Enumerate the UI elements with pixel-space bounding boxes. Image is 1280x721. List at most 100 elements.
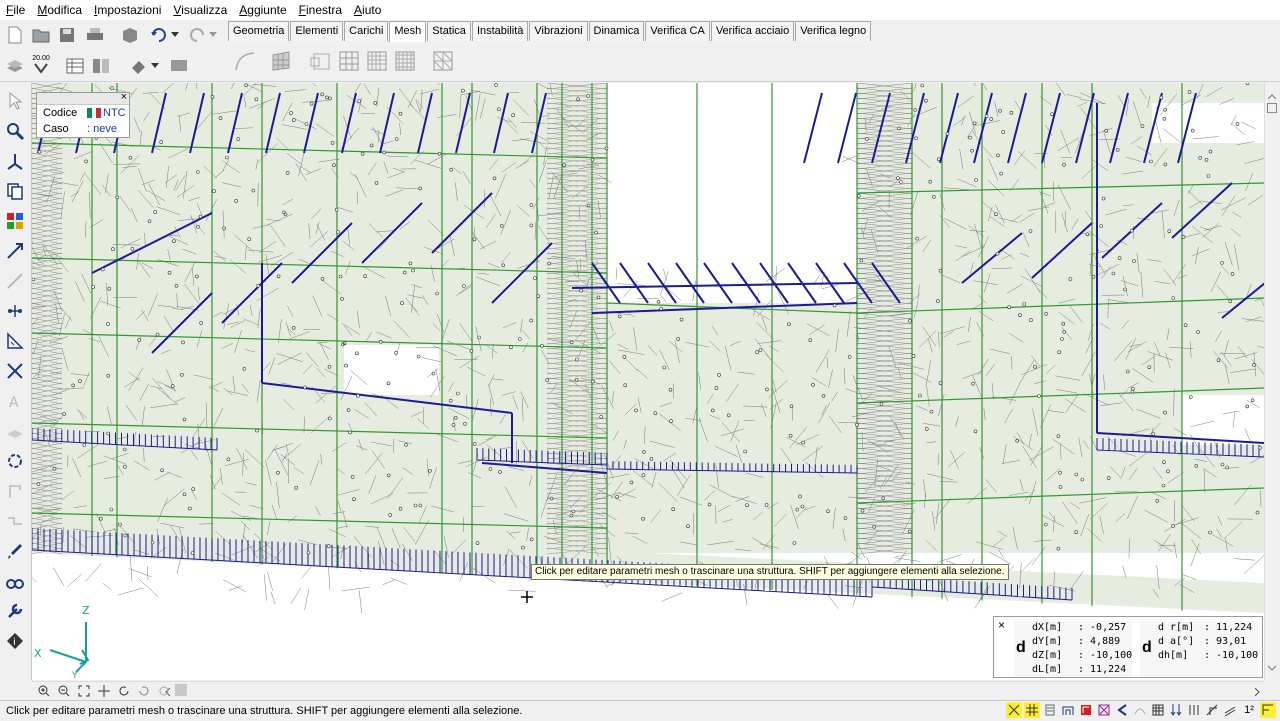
zoom-out-icon[interactable] [56, 683, 72, 699]
menu-finestra[interactable]: Finestra [293, 0, 348, 20]
pointer-icon[interactable] [4, 90, 26, 112]
snap-angle-icon[interactable] [1114, 702, 1130, 718]
print-icon[interactable] [84, 24, 106, 46]
menu-aggiunte[interactable]: Aggiunte [233, 0, 292, 20]
zoom-icon[interactable] [4, 120, 26, 142]
zoom-extents-icon[interactable] [76, 683, 92, 699]
mesh-plate-icon[interactable] [308, 48, 334, 74]
menu-modifica[interactable]: Modifica [31, 0, 88, 20]
eraser-dropdown-icon[interactable] [150, 55, 160, 77]
snap-arc-icon[interactable] [1132, 702, 1148, 718]
node-icon[interactable] [4, 300, 26, 322]
polar-delta-row: d r[m]: 11,224 [1158, 621, 1258, 635]
save-icon[interactable] [56, 24, 78, 46]
tab-dinamica[interactable]: Dinamica [588, 21, 645, 41]
eraser-icon[interactable] [128, 55, 150, 77]
mesh-curve-icon[interactable] [232, 48, 258, 74]
scroll-thumb[interactable] [175, 684, 187, 696]
scroll-right-icon[interactable] [1254, 685, 1260, 699]
scroll-down-icon[interactable] [1267, 660, 1277, 674]
snap-frame-icon[interactable] [1060, 702, 1076, 718]
horizontal-scrollbar[interactable] [31, 681, 1264, 698]
snap-poles-icon[interactable] [1186, 702, 1202, 718]
pan-icon[interactable] [96, 683, 112, 699]
snap-active-icon[interactable] [1260, 702, 1276, 718]
menu-aiuto[interactable]: Aiuto [348, 0, 387, 20]
copy-icon[interactable] [4, 180, 26, 202]
mesh-refine-icon[interactable] [364, 48, 390, 74]
snap-table-icon[interactable] [1150, 702, 1166, 718]
line-icon[interactable] [4, 270, 26, 292]
structure-viewport[interactable] [31, 83, 1264, 680]
close-icon[interactable]: × [998, 619, 1010, 631]
new-file-icon[interactable] [4, 24, 26, 46]
snap-loads-icon[interactable] [1168, 702, 1184, 718]
snap-list-icon[interactable] [1042, 702, 1058, 718]
orbit-icon[interactable] [116, 683, 132, 699]
info-icon[interactable]: i [4, 630, 26, 652]
tab-mesh[interactable]: Mesh [389, 21, 427, 42]
tab-elementi[interactable]: Elementi [290, 21, 344, 41]
tab-verifica-ca[interactable]: Verifica CA [645, 21, 710, 41]
measure-icon[interactable] [4, 330, 26, 352]
undo-icon[interactable] [148, 24, 170, 46]
report-icon[interactable] [90, 55, 112, 77]
menu-visualizza[interactable]: Visualizza [167, 0, 233, 20]
open-folder-icon[interactable] [30, 24, 52, 46]
tab-vibrazioni[interactable]: Vibrazioni [529, 21, 588, 41]
step-icon[interactable] [4, 510, 26, 532]
scissors-icon[interactable] [4, 360, 26, 382]
snap-grid-icon[interactable] [1024, 702, 1040, 718]
mesh-wall-icon[interactable] [268, 48, 294, 74]
snap-node-icon[interactable] [1006, 702, 1022, 718]
brush-icon[interactable] [4, 540, 26, 562]
mesh-fine-icon[interactable] [392, 48, 418, 74]
polar-delta-rows: d r[m]: 11,224 d a[°]: 93,01 dh[m]: -10,10… [1158, 621, 1258, 663]
3d-box-icon[interactable] [118, 24, 140, 46]
polar-delta-value: : -10,100 [1204, 650, 1259, 661]
table-icon[interactable] [64, 55, 86, 77]
tab-statica[interactable]: Statica [427, 21, 471, 41]
zoom-in-icon[interactable] [36, 683, 52, 699]
close-icon[interactable]: × [121, 91, 127, 103]
plane-icon[interactable] [4, 420, 26, 442]
undo-dropdown-icon[interactable] [170, 24, 180, 46]
polar-delta-value: : 11,224 [1204, 622, 1253, 633]
text-icon[interactable]: A [4, 390, 26, 412]
polar-delta-row: d a[°]: 93,01 [1158, 635, 1258, 649]
redo-dropdown-icon[interactable] [208, 24, 218, 46]
color-palette-icon[interactable] [4, 210, 26, 232]
corner-icon[interactable] [4, 480, 26, 502]
rotate-icon[interactable] [4, 450, 26, 472]
binoculars-icon[interactable] [4, 570, 26, 592]
zoom-scale-icon[interactable]: 20.00 [28, 53, 54, 75]
scroll-thumb[interactable] [1267, 103, 1277, 113]
wrench-icon[interactable] [4, 600, 26, 622]
cartesian-delta-value: : 4,889 [1078, 636, 1121, 647]
y-axis-label: Y [71, 671, 78, 680]
scroll-up-icon[interactable] [1267, 89, 1277, 103]
mesh-model-canvas[interactable] [32, 83, 1264, 680]
tab-geometria[interactable]: Geometria [228, 21, 290, 41]
tab-verifica-acciaio[interactable]: Verifica acciaio [710, 21, 795, 41]
snap-element-icon[interactable] [1078, 702, 1094, 718]
display-icon[interactable] [168, 55, 190, 77]
tab-instabilità[interactable]: Instabilità [471, 21, 529, 41]
menu-file[interactable]: File [0, 0, 31, 20]
rotate-view-icon[interactable] [136, 683, 152, 699]
snap-parallel-icon[interactable] [1222, 702, 1238, 718]
tab-carichi[interactable]: Carichi [344, 21, 389, 41]
mesh-grid-icon[interactable] [336, 48, 362, 74]
snap-cross-icon[interactable] [1096, 702, 1112, 718]
vertical-scrollbar[interactable] [1264, 83, 1280, 680]
snap-chain-icon[interactable] [1204, 702, 1220, 718]
layers-icon[interactable] [4, 55, 26, 77]
tab-verifica-legno[interactable]: Verifica legno [795, 21, 872, 41]
cartesian-delta-row: dX[m]: -0,257 [1032, 621, 1132, 635]
reset-view-icon[interactable] [156, 683, 172, 699]
dimension-icon[interactable] [4, 240, 26, 262]
axes-icon[interactable] [4, 150, 26, 172]
menu-impostazioni[interactable]: Impostazioni [88, 0, 167, 20]
redo-icon[interactable] [186, 24, 208, 46]
mesh-triangulate-icon[interactable] [430, 48, 456, 74]
